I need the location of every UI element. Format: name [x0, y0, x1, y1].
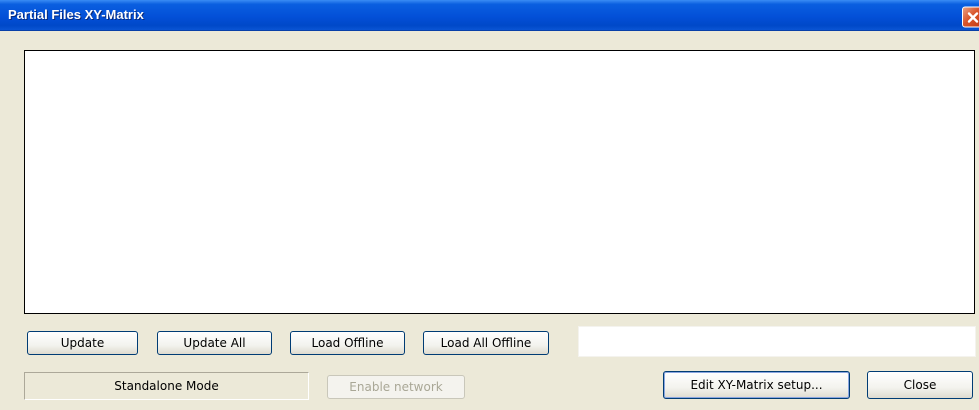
update-button[interactable]: Update — [27, 331, 138, 355]
message-field — [578, 326, 976, 357]
enable-network-button: Enable network — [327, 375, 465, 399]
close-button[interactable]: Close — [867, 371, 973, 399]
update-all-button[interactable]: Update All — [157, 331, 272, 355]
title-bar[interactable]: Partial Files XY-Matrix — [0, 0, 979, 31]
load-all-offline-button[interactable]: Load All Offline — [423, 331, 549, 355]
load-offline-button[interactable]: Load Offline — [290, 331, 405, 355]
window-title: Partial Files XY-Matrix — [8, 7, 144, 22]
matrix-list-area[interactable] — [24, 50, 975, 314]
status-mode-panel: Standalone Mode — [24, 372, 309, 400]
edit-xy-matrix-setup-button[interactable]: Edit XY-Matrix setup... — [663, 371, 850, 399]
close-icon[interactable] — [962, 6, 979, 28]
